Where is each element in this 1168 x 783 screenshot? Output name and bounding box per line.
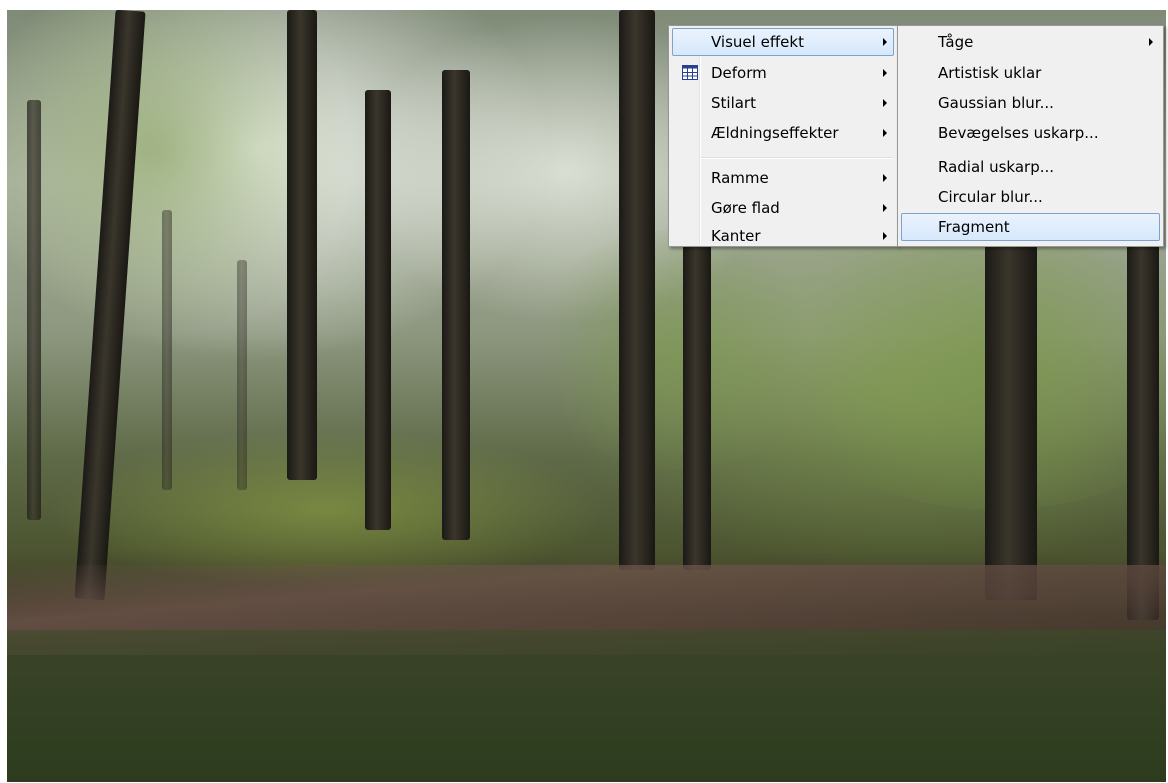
submenu-item-gaussian-blur[interactable]: Gaussian blur...: [901, 89, 1160, 117]
foliage-right: [767, 210, 1166, 510]
grid-icon: [682, 65, 698, 80]
submenu-arrow-icon: [1149, 38, 1153, 46]
submenu-arrow-icon: [883, 204, 887, 212]
menu-item-label: Kanter: [711, 227, 761, 245]
submenu-arrow-icon: [883, 38, 887, 46]
tree-trunk: [365, 90, 391, 530]
tree-trunk: [27, 100, 41, 520]
tree-trunk: [162, 210, 172, 490]
submenu-item-tage[interactable]: Tåge: [901, 28, 1160, 56]
tree-trunk: [683, 240, 711, 570]
tree-trunk: [1127, 240, 1159, 620]
menu-item-label: Artistisk uklar: [938, 64, 1042, 82]
menu-item-label: Tåge: [938, 33, 974, 51]
menu-item-label: Visuel effekt: [711, 33, 804, 51]
menu-item-label: Bevægelses uskarp...: [938, 124, 1099, 142]
tree-trunk: [985, 240, 1037, 600]
menu-item-label: Ramme: [711, 169, 769, 187]
tree-trunk: [442, 70, 470, 540]
menu-item-aeldningseffekter[interactable]: Ældningseffekter: [672, 119, 894, 147]
visuel-effekt-submenu: Tåge Artistisk uklar Gaussian blur... Be…: [897, 25, 1164, 247]
submenu-item-bevaegelses-uskarp[interactable]: Bevægelses uskarp...: [901, 119, 1160, 147]
submenu-item-circular-blur[interactable]: Circular blur...: [901, 183, 1160, 211]
submenu-arrow-icon: [883, 232, 887, 240]
menu-item-ramme[interactable]: Ramme: [672, 164, 894, 192]
submenu-item-artistisk-uklar[interactable]: Artistisk uklar: [901, 59, 1160, 87]
menu-item-label: Fragment: [938, 218, 1010, 236]
menu-item-gore-flad[interactable]: Gøre flad: [672, 194, 894, 222]
menu-item-stilart[interactable]: Stilart: [672, 89, 894, 117]
foliage-center: [527, 230, 827, 470]
effects-context-menu: Visuel effekt Deform Stilart Ældningseff…: [668, 25, 898, 247]
menu-item-label: Ældningseffekter: [711, 124, 839, 142]
tree-trunk: [287, 10, 317, 480]
submenu-arrow-icon: [883, 129, 887, 137]
submenu-arrow-icon: [883, 69, 887, 77]
menu-item-label: Gøre flad: [711, 199, 780, 217]
menu-item-label: Circular blur...: [938, 188, 1043, 206]
menu-separator: [701, 157, 893, 159]
tree-trunk: [237, 260, 247, 490]
menu-item-deform[interactable]: Deform: [672, 59, 894, 87]
menu-item-label: Stilart: [711, 94, 756, 112]
submenu-arrow-icon: [883, 174, 887, 182]
submenu-item-fragment[interactable]: Fragment: [901, 213, 1160, 241]
menu-item-label: Deform: [711, 64, 767, 82]
menu-item-kanter[interactable]: Kanter: [672, 222, 894, 246]
menu-item-visuel-effekt[interactable]: Visuel effekt: [672, 28, 894, 56]
menu-item-label: Gaussian blur...: [938, 94, 1054, 112]
menu-item-label: Radial uskarp...: [938, 158, 1055, 176]
grass: [7, 630, 1166, 782]
submenu-item-radial-uskarp[interactable]: Radial uskarp...: [901, 153, 1160, 181]
tree-trunk: [619, 10, 655, 570]
submenu-arrow-icon: [883, 99, 887, 107]
